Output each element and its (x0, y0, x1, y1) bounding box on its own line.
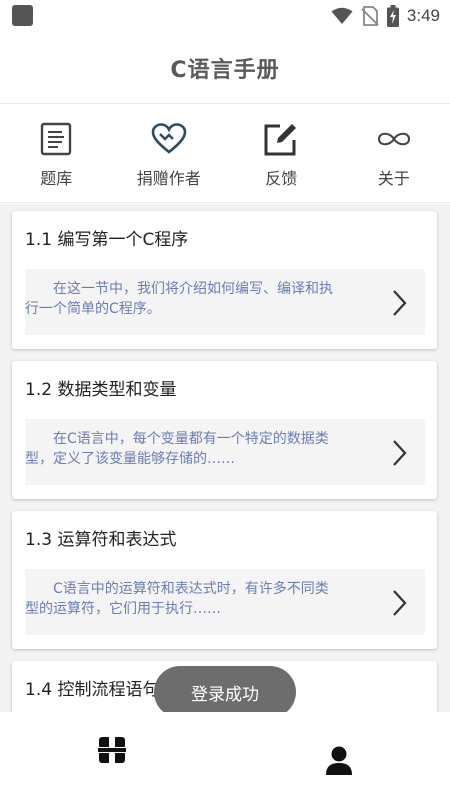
lesson-title: 1.1 编写第一个C程序 (25, 230, 189, 250)
tab-home[interactable] (98, 736, 126, 768)
nav-label: 关于 (377, 168, 410, 188)
lesson-title: 1.2 数据类型和变量 (25, 380, 177, 400)
no-sim-icon (361, 6, 379, 26)
feature-nav: 题库 捐赠作者 反馈 关于 (0, 105, 450, 203)
document-list-icon (36, 119, 76, 159)
grid-icon (98, 736, 126, 764)
nav-item-donate[interactable]: 捐赠作者 (114, 119, 224, 189)
battery-charging-icon (386, 5, 399, 27)
lesson-description-box: 在C语言中，每个变量都有一个特定的数据类型，定义了该变量能够存储的…… (25, 419, 425, 485)
status-icons: 3:49 (331, 4, 440, 28)
user-icon (326, 746, 352, 775)
edit-icon (261, 119, 301, 159)
lesson-card[interactable]: 1.3 运算符和表达式 C语言中的运算符和表达式时，有许多不同类型的运算符，它们… (12, 511, 437, 649)
chevron-right-icon (393, 590, 407, 616)
nav-label: 捐赠作者 (136, 168, 201, 188)
lesson-description-box: 在这一节中，我们将介绍如何编写、编译和执行一个简单的C程序。 (25, 269, 425, 335)
nav-label: 题库 (40, 168, 73, 188)
notification-icon (12, 5, 33, 26)
lesson-description: 在这一节中，我们将介绍如何编写、编译和执行一个简单的C程序。 (25, 281, 333, 317)
toast-message: 登录成功 (154, 666, 296, 718)
lesson-card[interactable]: 1.1 编写第一个C程序 在这一节中，我们将介绍如何编写、编译和执行一个简单的C… (12, 211, 437, 349)
lesson-description: C语言中的运算符和表达式时，有许多不同类型的运算符，它们用于执行…… (25, 581, 329, 617)
nav-item-about[interactable]: 关于 (339, 119, 449, 189)
status-bar: 3:49 (0, 0, 450, 32)
app-bar: C语言手册 (0, 32, 450, 104)
nav-item-feedback[interactable]: 反馈 (226, 119, 336, 189)
lesson-list: 1.1 编写第一个C程序 在这一节中，我们将介绍如何编写、编译和执行一个简单的C… (0, 204, 450, 712)
lesson-description-box: C语言中的运算符和表达式时，有许多不同类型的运算符，它们用于执行…… (25, 569, 425, 635)
bottom-nav (0, 712, 450, 799)
lesson-title: 1.4 控制流程语句 (25, 680, 160, 700)
lesson-card[interactable]: 1.2 数据类型和变量 在C语言中，每个变量都有一个特定的数据类型，定义了该变量… (12, 361, 437, 499)
lesson-description: 在C语言中，每个变量都有一个特定的数据类型，定义了该变量能够存储的…… (25, 431, 329, 467)
chevron-right-icon (393, 440, 407, 466)
nav-label: 反馈 (265, 168, 298, 188)
tab-profile[interactable] (325, 746, 353, 780)
clock: 3:49 (406, 6, 440, 25)
heart-icon (149, 119, 189, 159)
chevron-right-icon (393, 290, 407, 316)
infinity-icon (374, 119, 414, 159)
lesson-title: 1.3 运算符和表达式 (25, 530, 177, 550)
wifi-icon (331, 7, 353, 24)
nav-item-question-bank[interactable]: 题库 (1, 119, 111, 189)
page-title: C语言手册 (170, 57, 280, 83)
